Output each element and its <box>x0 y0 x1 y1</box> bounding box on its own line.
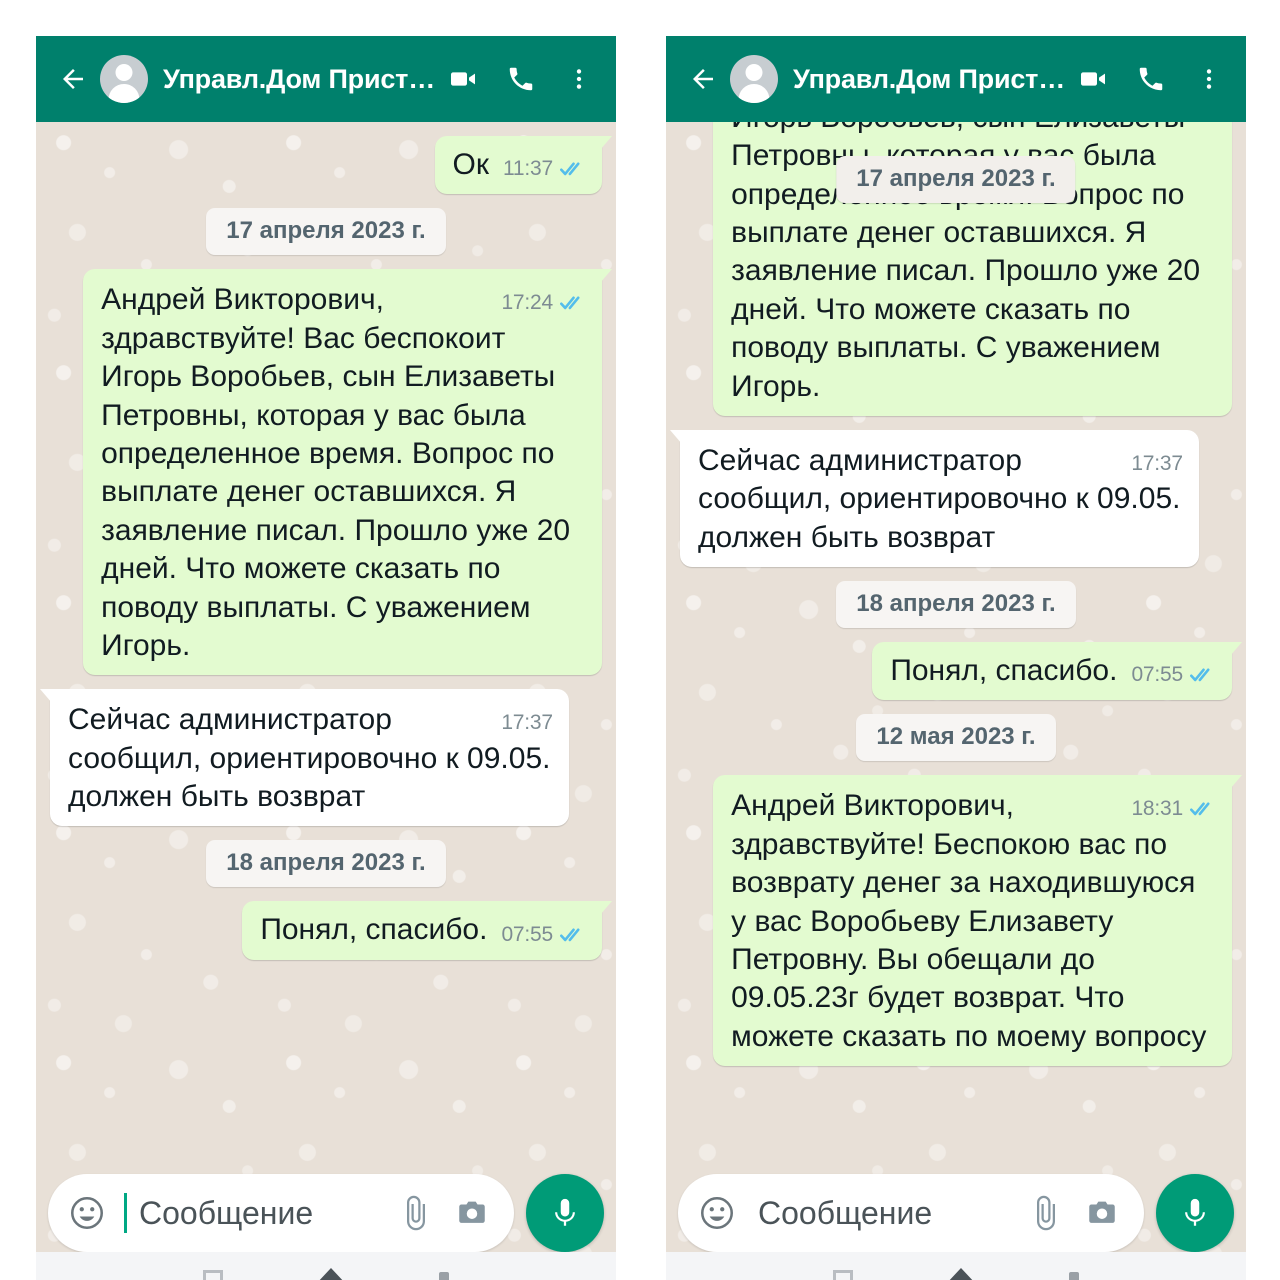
message-input-pill[interactable]: Сообщение <box>678 1174 1144 1252</box>
message-row: 17:24Андрей Викторович, здравствуйте! Ва… <box>50 269 612 676</box>
back-arrow-icon[interactable] <box>684 60 722 98</box>
message-composer: Сообщение <box>36 1174 616 1252</box>
message-timestamp: 11:37 <box>503 157 553 181</box>
contact-avatar[interactable] <box>100 55 148 103</box>
back-arrow-icon[interactable] <box>54 60 92 98</box>
message-meta: 17:37 <box>501 711 553 735</box>
message-text: Сейчас администратор сообщил, ориентиров… <box>68 703 559 814</box>
message-row: 18:31 Андрей Викторович, здравствуйте! Бе… <box>680 775 1242 1067</box>
date-separator-chip: 18 апреля 2023 г. <box>836 581 1076 629</box>
video-call-icon[interactable] <box>446 62 480 96</box>
header-actions <box>446 62 596 96</box>
emoji-smiley-icon[interactable] <box>68 1194 106 1232</box>
chat-message-area[interactable]: Ок 11:37 17 апреля 2023 г. 17:24 Андрей Викт… <box>36 122 616 1280</box>
date-separator-row: 17 апреля 2023 г. <box>50 208 602 256</box>
incoming-message-bubble[interactable]: 17:37 Сейчас администратор сообщил, ориен… <box>670 429 1199 568</box>
contact-name: Управл.Дом Прист… <box>163 63 435 94</box>
floating-date-chip: 17 апреля 2023 г. <box>836 156 1076 203</box>
message-input-placeholder: Сообщение <box>758 1194 933 1231</box>
message-meta: 11:37 <box>503 157 586 181</box>
date-separator-chip: 18 апреля 2023 г. <box>206 840 446 888</box>
date-separator-chip: 17 апреля 2023 г. <box>206 208 446 256</box>
message-row: 17:37 Сейчас администратор сообщил, ориен… <box>670 429 1232 568</box>
date-separator-row: 18 апреля 2023 г. <box>50 840 602 888</box>
message-row: 17:37 Сейчас администратор сообщил, ориен… <box>40 689 602 827</box>
right-message-list: 17:24Андрей Викторович, здравствуйте! Ва… <box>666 122 1246 1080</box>
phone-call-icon[interactable] <box>1134 62 1168 96</box>
read-receipt-icon <box>1190 668 1210 682</box>
chat-header: Управл.Дом Прист… <box>666 36 1246 122</box>
read-receipt-icon <box>560 296 580 310</box>
message-meta: 07:55 <box>501 923 586 947</box>
outgoing-message-bubble[interactable]: 17:24Андрей Викторович, здравствуйте! Ва… <box>83 269 612 676</box>
android-nav-bar <box>36 1252 616 1280</box>
outgoing-message-bubble[interactable]: Понял, спасибо. 07:55 <box>872 642 1242 701</box>
video-call-icon[interactable] <box>1076 62 1110 96</box>
text-cursor <box>124 1193 127 1233</box>
camera-icon[interactable] <box>1082 1193 1122 1233</box>
chat-message-area[interactable]: 17:24Андрей Викторович, здравствуйте! Ва… <box>666 122 1246 1280</box>
outgoing-message-bubble[interactable]: 18:31 Андрей Викторович, здравствуйте! Бе… <box>713 775 1242 1067</box>
date-separator-chip: 12 мая 2023 г. <box>856 714 1056 762</box>
left-chat-panel: Управл.Дом Прист… Ок 11:37 17 апреля 2023 … <box>36 36 616 1280</box>
nav-recents-icon[interactable] <box>202 1270 223 1280</box>
message-input-pill[interactable]: Сообщение <box>48 1174 514 1252</box>
message-input-placeholder: Сообщение <box>139 1194 314 1231</box>
microphone-button[interactable] <box>526 1174 604 1252</box>
message-text: Андрей Викторович, здравствуйте! Вас бес… <box>101 283 579 662</box>
nav-back-icon[interactable] <box>439 1272 450 1280</box>
left-message-list: Ок 11:37 17 апреля 2023 г. 17:24 Андрей Викт… <box>36 136 616 974</box>
header-actions <box>1076 62 1226 96</box>
camera-icon[interactable] <box>452 1193 492 1233</box>
chat-header: Управл.Дом Прист… <box>36 36 616 122</box>
android-nav-bar <box>666 1252 1246 1280</box>
outgoing-message-bubble[interactable]: Ок 11:37 <box>434 136 613 195</box>
message-meta: 18:31 <box>1131 797 1216 821</box>
paperclip-icon[interactable] <box>396 1193 436 1233</box>
date-separator-row: 18 апреля 2023 г. <box>680 581 1232 629</box>
message-meta: 17:24 <box>501 291 586 315</box>
overflow-menu-icon[interactable] <box>562 62 596 96</box>
nav-recents-icon[interactable] <box>832 1270 853 1280</box>
message-text: Сейчас администратор сообщил, ориентиров… <box>698 443 1189 554</box>
message-meta: 17:37 <box>1131 452 1183 476</box>
read-receipt-icon <box>560 162 580 176</box>
message-row: Понял, спасибо. 07:55 <box>50 901 612 960</box>
message-meta: 07:55 <box>1131 663 1216 687</box>
message-timestamp: 07:55 <box>501 922 553 946</box>
message-text: Понял, спасибо. <box>260 913 488 947</box>
right-chat-panel: Управл.Дом Прист… 17:24Андрей Викторович… <box>666 36 1246 1280</box>
microphone-button[interactable] <box>1156 1174 1234 1252</box>
message-timestamp: 17:24 <box>501 291 553 315</box>
date-separator-row: 12 мая 2023 г. <box>680 714 1232 762</box>
read-receipt-icon <box>560 928 580 942</box>
contact-name: Управл.Дом Прист… <box>793 63 1065 94</box>
nav-home-icon[interactable] <box>315 1268 346 1280</box>
outgoing-message-bubble[interactable]: Понял, спасибо. 07:55 <box>242 901 612 960</box>
message-timestamp: 18:31 <box>1131 797 1183 821</box>
message-timestamp: 17:37 <box>501 711 553 735</box>
overflow-menu-icon[interactable] <box>1192 62 1226 96</box>
message-row: Понял, спасибо. 07:55 <box>680 642 1242 701</box>
nav-home-icon[interactable] <box>945 1268 976 1280</box>
contact-avatar[interactable] <box>730 55 778 103</box>
screenshot-stage: Управл.Дом Прист… Ок 11:37 17 апреля 2023 … <box>0 0 1280 1280</box>
message-timestamp: 17:37 <box>1131 451 1183 475</box>
message-row: Ок 11:37 <box>50 136 613 195</box>
incoming-message-bubble[interactable]: 17:37 Сейчас администратор сообщил, ориен… <box>40 689 569 827</box>
message-timestamp: 07:55 <box>1131 663 1183 687</box>
message-text: Ок <box>452 148 489 181</box>
read-receipt-icon <box>1190 802 1210 816</box>
paperclip-icon[interactable] <box>1026 1193 1066 1233</box>
message-text: Андрей Викторович, здравствуйте! Беспоко… <box>731 789 1207 1053</box>
message-text: Понял, спасибо. <box>890 654 1118 688</box>
message-composer: Сообщение <box>666 1174 1246 1252</box>
phone-call-icon[interactable] <box>504 62 538 96</box>
emoji-smiley-icon[interactable] <box>698 1194 736 1232</box>
nav-back-icon[interactable] <box>1069 1272 1080 1280</box>
